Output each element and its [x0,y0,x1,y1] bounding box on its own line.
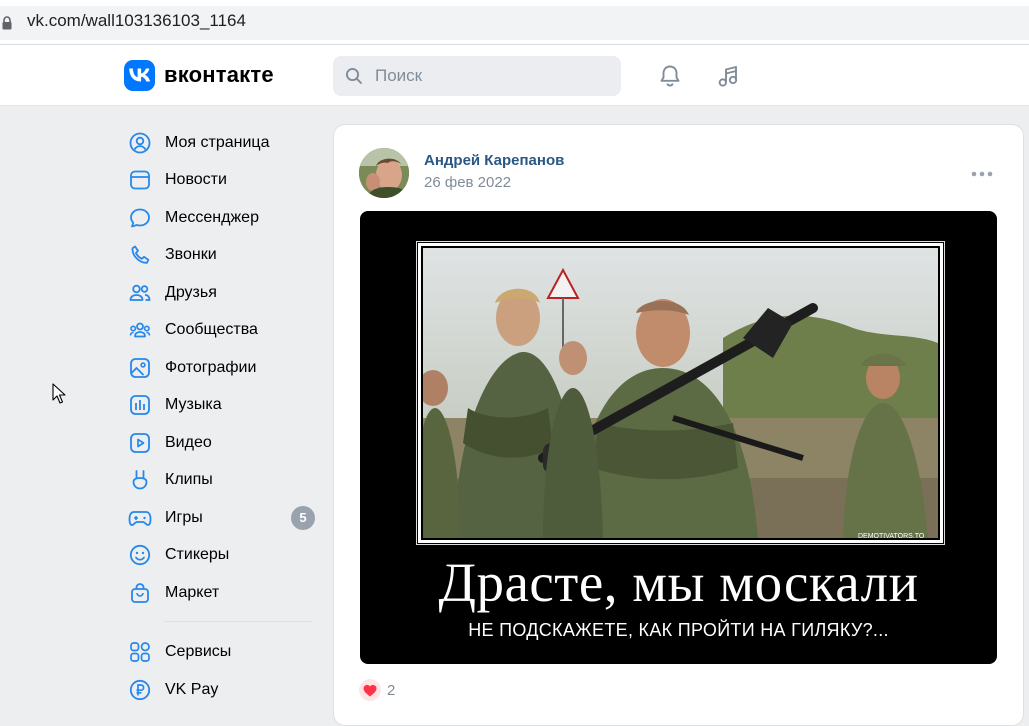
sidebar-item-label: Видео [165,433,212,451]
sidebar-item-label: Стикеры [165,546,230,564]
author-avatar[interactable] [359,148,409,198]
sidebar-item-label: Сервисы [165,643,232,661]
lock-icon [2,16,12,30]
sidebar-item-label: Игры [165,508,203,526]
communities-icon [128,318,152,342]
sidebar-item-label: Маркет [165,583,220,601]
browser-address-bar: vk.com/wall103136103_1164 [0,0,1029,45]
services-icon [128,640,152,664]
sidebar-item-label: Новости [165,171,227,189]
smile-icon [128,543,152,567]
watermark: DEMOTIVATORS.TO [858,533,925,540]
post-author[interactable]: Андрей Карепанов [424,152,564,169]
sidebar-item-label: Сообщества [165,321,258,339]
sidebar-item-news[interactable]: Новости [124,162,324,200]
games-count-badge: 5 [291,505,315,530]
friends-icon [128,281,152,305]
vk-logo-icon [124,59,155,91]
user-circle-icon [128,131,152,155]
vk-logo[interactable]: вконтакте [124,59,274,91]
sidebar-divider [164,620,312,622]
site-header: вконтакте [0,45,1029,106]
sidebar-item-label: Музыка [165,396,222,414]
like-button[interactable]: 2 [359,679,395,701]
post-date[interactable]: 26 фев 2022 [424,174,511,191]
demotivator-subtitle: НЕ ПОДСКАЖЕТЕ, КАК ПРОЙТИ НА ГИЛЯКУ?... [468,620,889,640]
sidebar-item-messenger[interactable]: Мессенджер [124,199,324,237]
left-nav: Моя страница Новости Мессенджер Звонки Д… [124,124,324,709]
message-icon [128,206,152,230]
sidebar-item-video[interactable]: Видео [124,424,324,462]
demotivator-title: Драсте, мы москали [438,552,919,613]
sidebar-item-music[interactable]: Музыка [124,387,324,425]
sidebar-item-friends[interactable]: Друзья [124,274,324,312]
news-icon [128,168,152,192]
search-icon [345,67,362,84]
sidebar-item-clips[interactable]: Клипы [124,462,324,500]
sidebar-item-market[interactable]: Маркет [124,574,324,612]
post-image[interactable]: DEMOTIVATORS.TO Драсте, мы москали НЕ ПО… [360,211,997,664]
search-input[interactable] [375,56,605,96]
photo-icon [128,356,152,380]
clips-icon [128,468,152,492]
search-box[interactable] [333,56,621,96]
ruble-icon [128,678,152,702]
sidebar-item-games[interactable]: Игры 5 [124,499,324,537]
bag-icon [128,581,152,605]
sidebar-item-label: Друзья [165,283,217,301]
more-options-icon[interactable] [971,171,993,177]
bell-icon[interactable] [656,62,684,90]
url-text[interactable]: vk.com/wall103136103_1164 [27,11,246,31]
sidebar-item-label: Клипы [165,471,213,489]
heart-icon [359,679,381,701]
demotivator-frame [418,243,943,543]
music-bars-icon [128,393,152,417]
sidebar-item-label: VK Pay [165,680,219,698]
sidebar-item-calls[interactable]: Звонки [124,237,324,275]
sidebar-item-services[interactable]: Сервисы [124,634,324,672]
sidebar-item-my-page[interactable]: Моя страница [124,124,324,162]
sidebar-item-photos[interactable]: Фотографии [124,349,324,387]
wall-post: Андрей Карепанов 26 фев 2022 DEMOTIVATOR… [333,124,1024,726]
sidebar-item-label: Фотографии [165,358,257,376]
mouse-cursor-icon [52,383,66,404]
sidebar-item-label: Моя страница [165,133,270,151]
sidebar-item-vkpay[interactable]: VK Pay [124,671,324,709]
music-icon[interactable] [715,62,743,90]
video-icon [128,431,152,455]
sidebar-item-stickers[interactable]: Стикеры [124,537,324,575]
sidebar-item-label: Мессенджер [165,208,259,226]
sidebar-item-label: Звонки [165,246,217,264]
gamepad-icon [128,506,152,530]
soldiers-photo [423,248,938,538]
sidebar-item-communities[interactable]: Сообщества [124,312,324,350]
phone-icon [128,243,152,267]
logo-text: вконтакте [164,62,274,87]
like-count: 2 [387,681,396,699]
